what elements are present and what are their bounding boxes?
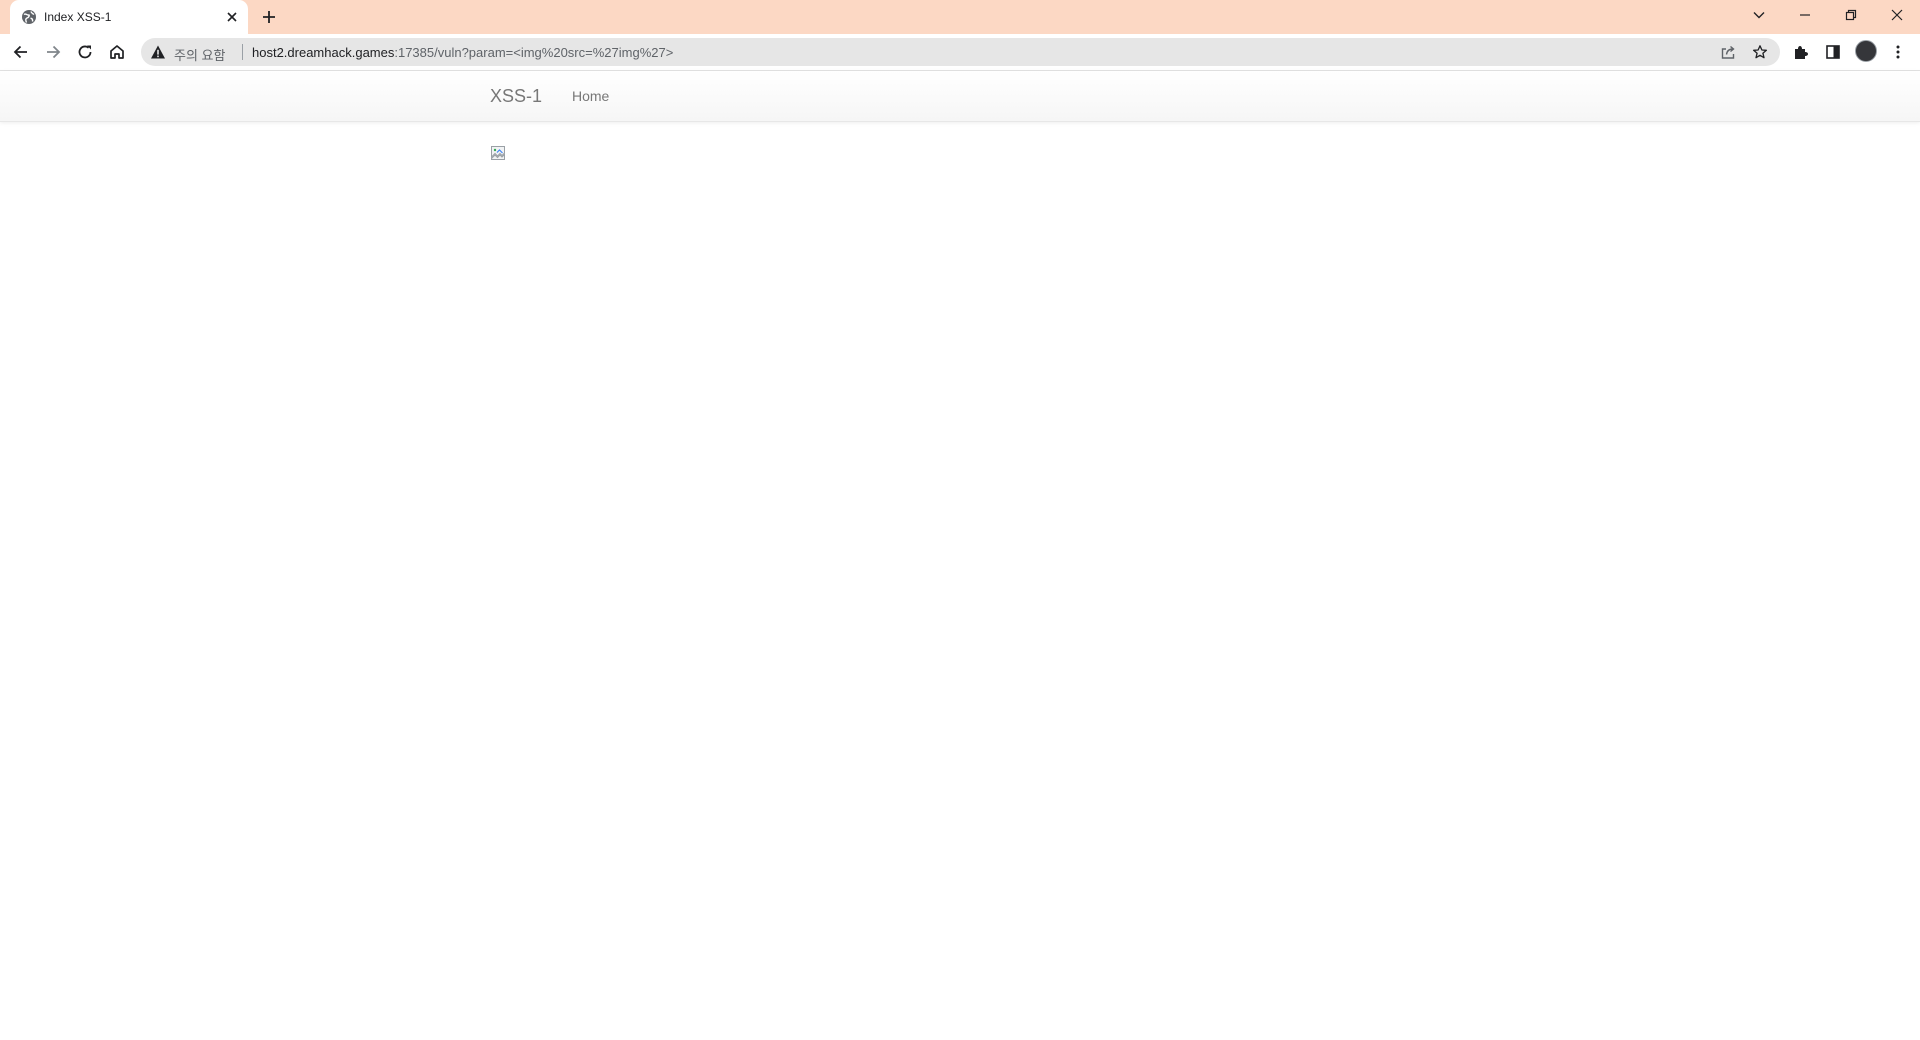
address-bar[interactable]: 주의 요함 host2.dreamhack.games:17385/vuln?p… [141, 38, 1780, 66]
more-vertical-icon [1896, 45, 1900, 59]
new-tab-icon[interactable] [260, 8, 278, 26]
minimize-icon [1800, 14, 1810, 16]
home-icon [110, 45, 124, 59]
site-navbar: XSS-1 Home [0, 71, 1920, 122]
profile-avatar[interactable] [1855, 40, 1877, 62]
menu-button[interactable] [1885, 39, 1911, 65]
security-warning-label[interactable]: 주의 요함 [174, 45, 225, 64]
reload-button[interactable] [72, 39, 98, 65]
globe-icon [22, 10, 36, 24]
browser-toolbar: 주의 요함 host2.dreamhack.games:17385/vuln?p… [0, 34, 1920, 70]
puzzle-icon [1795, 46, 1808, 59]
side-panel-icon [1826, 45, 1840, 59]
url-text[interactable]: host2.dreamhack.games:17385/vuln?param=<… [252, 45, 673, 60]
chevron-down-icon [1753, 12, 1765, 19]
omnibox-divider [242, 44, 243, 60]
share-icon[interactable] [1720, 44, 1736, 60]
nav-link-home[interactable]: Home [572, 88, 609, 104]
warning-icon[interactable] [150, 44, 166, 60]
url-path: :17385/vuln?param=<img%20src=%27img%27> [394, 45, 674, 60]
close-window-button[interactable] [1874, 0, 1920, 30]
restore-icon [1845, 9, 1857, 21]
restore-button[interactable] [1828, 0, 1874, 30]
extensions-button[interactable] [1788, 39, 1814, 65]
close-icon[interactable] [224, 9, 240, 25]
reload-icon [78, 45, 92, 59]
minimize-button[interactable] [1782, 0, 1828, 30]
tab-title: Index XSS-1 [44, 10, 112, 24]
page-viewport: XSS-1 Home [0, 70, 1920, 1040]
broken-image-icon [491, 146, 505, 160]
tab-search-button[interactable] [1736, 0, 1782, 30]
url-host: host2.dreamhack.games [252, 45, 395, 60]
tab-strip: Index XSS-1 [0, 0, 1920, 34]
side-panel-button[interactable] [1820, 39, 1846, 65]
forward-button[interactable] [40, 39, 66, 65]
arrow-right-icon [47, 45, 61, 59]
close-icon [1891, 9, 1903, 21]
navbar-brand[interactable]: XSS-1 [490, 86, 542, 107]
arrow-left-icon [13, 45, 27, 59]
home-button[interactable] [104, 39, 130, 65]
browser-tab[interactable]: Index XSS-1 [10, 0, 248, 34]
back-button[interactable] [8, 39, 34, 65]
star-icon[interactable] [1752, 44, 1768, 60]
